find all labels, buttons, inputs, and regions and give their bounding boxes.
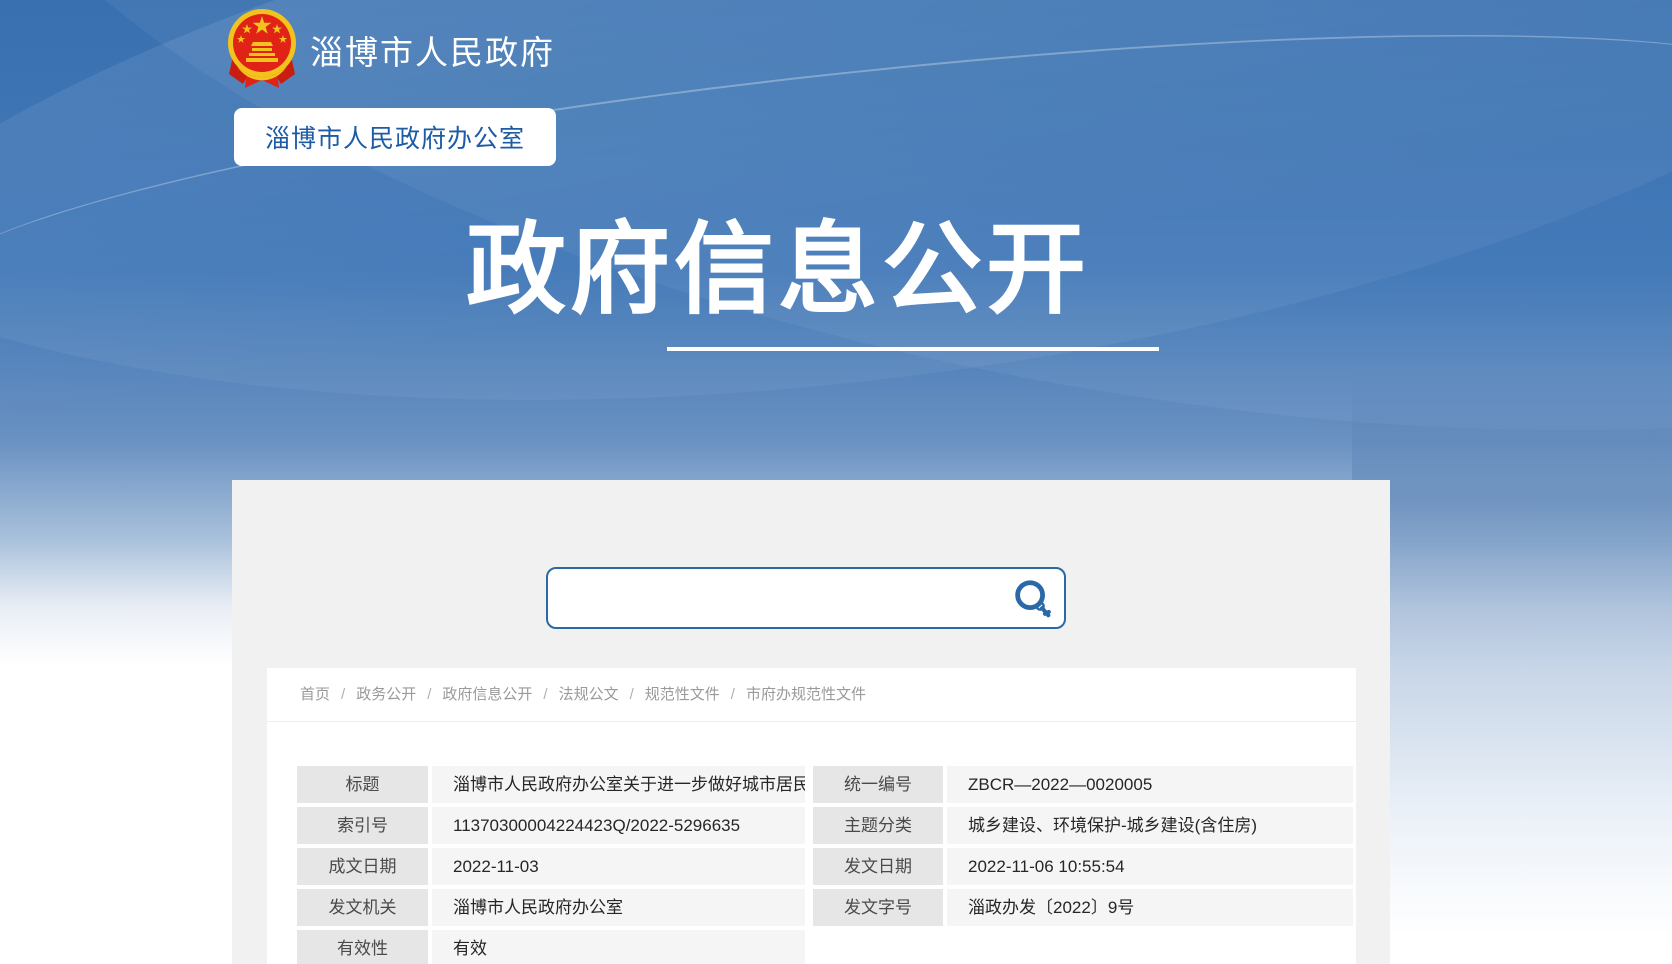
field-value: 城乡建设、环境保护-城乡建设(含住房) — [947, 807, 1353, 844]
field-label: 发文字号 — [813, 889, 943, 926]
national-emblem-logo[interactable] — [227, 8, 297, 92]
field-value: 2022-11-06 10:55:54 — [947, 848, 1353, 885]
field-value: 淄博市人民政府办公室关于进一步做好城市居民... — [432, 766, 805, 803]
field-label: 发文日期 — [813, 848, 943, 885]
office-badge[interactable]: 淄博市人民政府办公室 — [234, 108, 556, 166]
breadcrumb-item[interactable]: 政务公开 — [356, 686, 416, 703]
field-value: 2022-11-03 — [432, 848, 805, 885]
breadcrumb-separator: / — [731, 686, 735, 703]
breadcrumb: 首页 / 政务公开 / 政府信息公开 / 法规公文 / 规范性文件 / 市府办规范性文件 — [267, 668, 1356, 722]
site-name[interactable]: 淄博市人民政府 — [310, 26, 555, 74]
breadcrumb-item[interactable]: 规范性文件 — [645, 686, 720, 703]
search-box — [546, 567, 1066, 629]
office-badge-label: 淄博市人民政府办公室 — [265, 119, 525, 155]
field-label: 统一编号 — [813, 766, 943, 803]
page: 淄博市人民政府 淄博市人民政府办公室 政府信息公开 首页 / 政务公开 / 政府信息公开… — [0, 0, 1672, 964]
search-button[interactable] — [1010, 576, 1056, 622]
field-value: 有效 — [432, 930, 805, 964]
breadcrumb-separator: / — [630, 686, 634, 703]
field-label: 主题分类 — [813, 807, 943, 844]
breadcrumb-item[interactable]: 市府办规范性文件 — [746, 686, 866, 703]
breadcrumb-item[interactable]: 首页 — [300, 686, 330, 703]
field-label: 发文机关 — [297, 889, 428, 926]
breadcrumb-item[interactable]: 法规公文 — [559, 686, 619, 703]
breadcrumb-item[interactable]: 政府信息公开 — [442, 686, 532, 703]
field-value: 11370300004224423Q/2022-5296635 — [432, 807, 805, 844]
doc-meta-table-left: 标题 淄博市人民政府办公室关于进一步做好城市居民... 索引号 11370300… — [297, 766, 805, 964]
field-value: 淄博市人民政府办公室 — [432, 889, 805, 926]
field-label: 索引号 — [297, 807, 428, 844]
field-label: 成文日期 — [297, 848, 428, 885]
field-value: 淄政办发〔2022〕9号 — [947, 889, 1353, 926]
breadcrumb-separator: / — [341, 686, 345, 703]
page-title: 政府信息公开 — [458, 218, 1098, 323]
search-input[interactable] — [548, 569, 1064, 627]
field-value: ZBCR—2022—0020005 — [947, 766, 1353, 803]
title-underline — [667, 347, 1159, 351]
field-label: 标题 — [297, 766, 428, 803]
breadcrumb-separator: / — [543, 686, 547, 703]
breadcrumb-separator: / — [427, 686, 431, 703]
hero-right-shade — [1352, 0, 1672, 964]
field-label: 有效性 — [297, 930, 428, 964]
search-icon — [1010, 576, 1056, 622]
document-card: 首页 / 政务公开 / 政府信息公开 / 法规公文 / 规范性文件 / 市府办规范性文件 标题 淄博… — [267, 668, 1356, 964]
doc-meta-table-right: 统一编号 ZBCR—2022—0020005 主题分类 城乡建设、环境保护-城乡… — [813, 766, 1353, 926]
